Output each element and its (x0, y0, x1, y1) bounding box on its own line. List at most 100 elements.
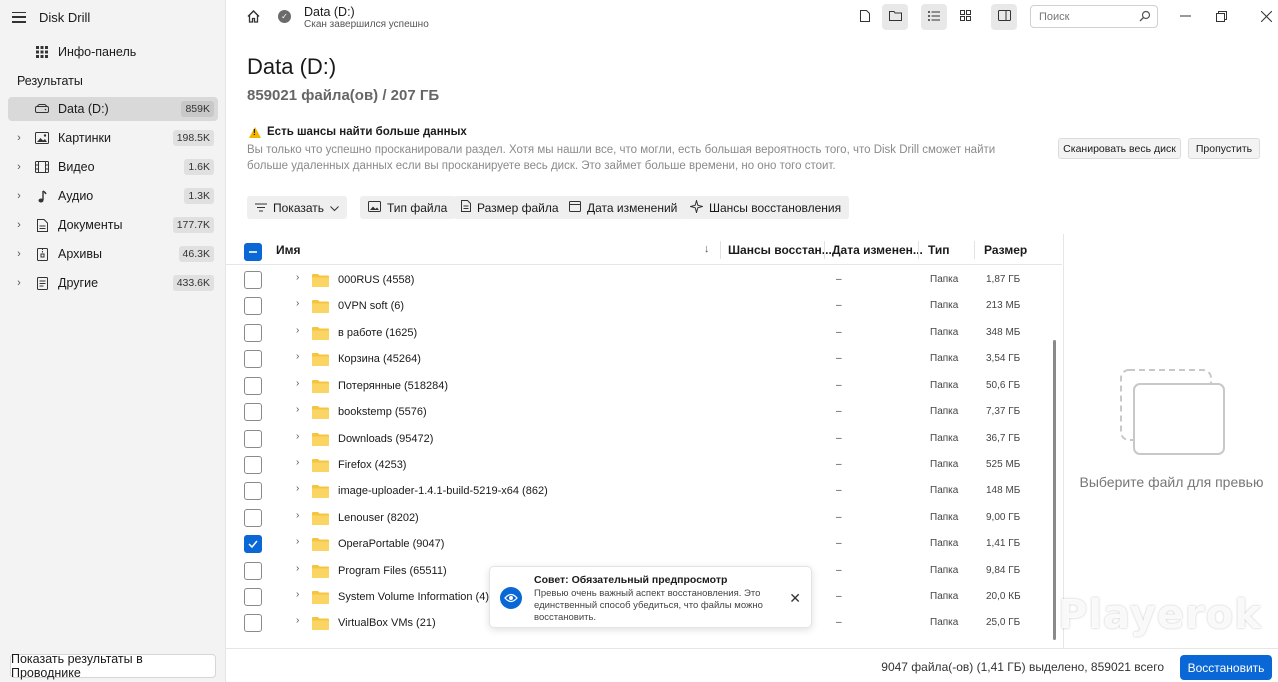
close-icon[interactable]: ✕ (789, 590, 801, 607)
table-row[interactable]: › Корзина (45264) – Папка 3,54 ГБ (226, 346, 1052, 372)
table-row[interactable]: › Downloads (95472) – Папка 36,7 ГБ (226, 426, 1052, 452)
table-row[interactable]: › bookstemp (5576) – Папка 7,37 ГБ (226, 399, 1052, 425)
table-row[interactable]: › 0VPN soft (6) – Папка 213 МБ (226, 293, 1052, 319)
vertical-scrollbar[interactable] (1053, 340, 1056, 640)
sidebar-item-video[interactable]: › Видео 1.6K (8, 155, 218, 179)
expand-chevron-icon[interactable]: › (296, 298, 299, 309)
file-date: – (836, 327, 842, 338)
row-checkbox[interactable] (244, 297, 262, 315)
file-size-filter[interactable]: Размер файла (453, 196, 567, 219)
file-type-filter[interactable]: Тип файла (360, 196, 456, 219)
list-view-button[interactable] (921, 4, 947, 30)
sidebar-item-archives[interactable]: › Архивы 46.3K (8, 242, 218, 266)
row-checkbox[interactable] (244, 588, 262, 606)
minimize-icon[interactable] (1177, 8, 1193, 24)
warning-text: Вы только что успешно просканировали раз… (247, 144, 996, 172)
warning-heading: Есть шансы найти больше данных (249, 126, 467, 138)
row-checkbox[interactable] (244, 430, 262, 448)
row-checkbox[interactable] (244, 482, 262, 500)
sidebar-item-other[interactable]: › Другие 433.6K (8, 271, 218, 295)
table-row[interactable]: › в работе (1625) – Папка 348 МБ (226, 320, 1052, 346)
sidebar-item-data-d[interactable]: Data (D:) 859K (8, 97, 218, 121)
skip-button[interactable]: Пропустить (1188, 138, 1260, 159)
file-name: VirtualBox VMs (21) (338, 617, 436, 629)
video-icon (34, 159, 50, 175)
close-window-icon[interactable] (1258, 8, 1274, 24)
expand-chevron-icon[interactable]: › (296, 483, 299, 494)
row-checkbox[interactable] (244, 377, 262, 395)
row-checkbox[interactable] (244, 456, 262, 474)
show-filter-dropdown[interactable]: Показать (247, 196, 348, 219)
chevron-right-icon[interactable]: › (12, 132, 26, 144)
scan-whole-disk-button[interactable]: Сканировать весь диск (1058, 138, 1181, 159)
sidebar-item-pictures[interactable]: › Картинки 198.5K (8, 126, 218, 150)
sidebar-item-audio[interactable]: › Аудио 1.3K (8, 184, 218, 208)
column-header-name[interactable]: Имя (276, 243, 301, 257)
row-checkbox[interactable] (244, 535, 262, 553)
show-in-explorer-button[interactable]: Показать результаты в Проводнике (10, 652, 216, 680)
expand-chevron-icon[interactable]: › (296, 563, 299, 574)
expand-chevron-icon[interactable]: › (296, 615, 299, 626)
chevron-right-icon[interactable]: › (12, 161, 26, 173)
folder-view-button[interactable] (882, 4, 908, 30)
watermark: Playerok (1058, 592, 1262, 638)
table-row[interactable]: › Потерянные (518284) – Папка 50,6 ГБ (226, 373, 1052, 399)
column-header-chances[interactable]: Шансы восстан... (728, 243, 832, 257)
file-name: System Volume Information (4) (338, 591, 490, 603)
table-row[interactable]: › Firefox (4253) – Папка 525 МБ (226, 452, 1052, 478)
row-checkbox[interactable] (244, 614, 262, 632)
expand-chevron-icon[interactable]: › (296, 404, 299, 415)
table-row[interactable]: › 000RUS (4558) – Папка 1,87 ГБ (226, 267, 1052, 293)
expand-chevron-icon[interactable]: › (296, 325, 299, 336)
recovery-chances-filter[interactable]: Шансы восстановления (682, 196, 850, 219)
hamburger-menu-icon[interactable] (12, 11, 26, 23)
table-row[interactable]: › OperaPortable (9047) – Папка 1,41 ГБ (226, 531, 1052, 557)
chevron-right-icon[interactable]: › (12, 277, 26, 289)
search-input[interactable] (1031, 6, 1131, 27)
sidebar-item-dashboard[interactable]: Инфо-панель (8, 40, 218, 64)
column-header-type[interactable]: Тип (928, 243, 950, 257)
sidebar-item-documents[interactable]: › Документы 177.7K (8, 213, 218, 237)
table-row[interactable]: › image-uploader-1.4.1-build-5219-x64 (86… (226, 478, 1052, 504)
search-box[interactable] (1030, 5, 1158, 28)
expand-chevron-icon[interactable]: › (296, 510, 299, 521)
expand-chevron-icon[interactable]: › (296, 536, 299, 547)
tip-notification: Совет: Обязательный предпросмотр Превью … (489, 566, 812, 628)
table-row[interactable]: › Lenouser (8202) – Папка 9,00 ГБ (226, 505, 1052, 531)
row-checkbox[interactable] (244, 562, 262, 580)
folder-icon (312, 352, 329, 369)
chevron-right-icon[interactable]: › (12, 190, 26, 202)
expand-chevron-icon[interactable]: › (296, 351, 299, 362)
home-icon[interactable] (247, 9, 260, 26)
file-name: Downloads (95472) (338, 433, 434, 445)
row-checkbox[interactable] (244, 509, 262, 527)
expand-chevron-icon[interactable]: › (296, 457, 299, 468)
chevron-right-icon[interactable]: › (12, 248, 26, 260)
scan-complete-icon: ✓ (278, 10, 291, 23)
expand-chevron-icon[interactable]: › (296, 589, 299, 600)
expand-chevron-icon[interactable]: › (296, 272, 299, 283)
row-checkbox[interactable] (244, 271, 262, 289)
toggle-preview-pane-button[interactable] (991, 4, 1017, 30)
file-name: Program Files (65511) (338, 565, 447, 577)
restore-window-icon[interactable] (1213, 8, 1229, 24)
search-icon[interactable] (1139, 10, 1151, 25)
row-checkbox[interactable] (244, 350, 262, 368)
row-checkbox[interactable] (244, 324, 262, 342)
expand-chevron-icon[interactable]: › (296, 378, 299, 389)
grid-view-button[interactable] (952, 4, 978, 30)
restore-button[interactable]: Восстановить (1180, 655, 1272, 680)
column-header-date[interactable]: Дата изменен... (832, 243, 923, 257)
sort-down-arrow-icon[interactable]: ↓ (704, 243, 710, 255)
file-date: – (836, 406, 842, 417)
date-modified-filter[interactable]: Дата изменений (561, 196, 686, 219)
file-size: 50,6 ГБ (986, 380, 1021, 391)
row-checkbox[interactable] (244, 403, 262, 421)
expand-chevron-icon[interactable]: › (296, 431, 299, 442)
music-icon (34, 188, 50, 204)
chevron-right-icon[interactable]: › (12, 219, 26, 231)
column-header-size[interactable]: Размер (984, 243, 1027, 257)
file-view-button[interactable] (852, 4, 878, 30)
file-name: bookstemp (5576) (338, 406, 427, 418)
select-all-checkbox[interactable] (244, 243, 262, 261)
